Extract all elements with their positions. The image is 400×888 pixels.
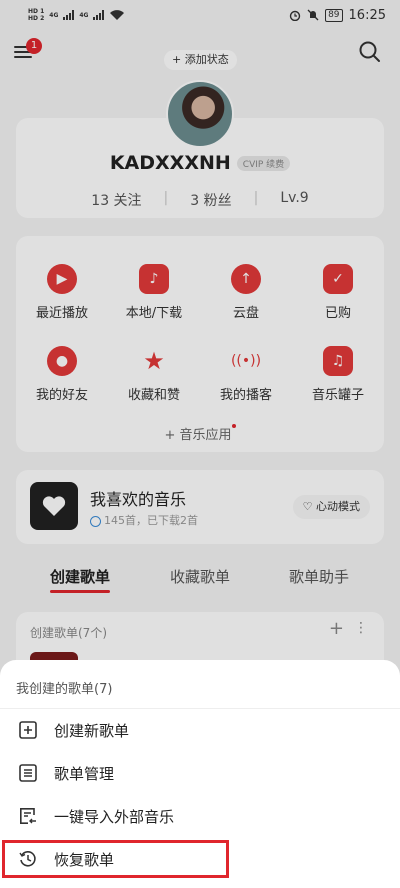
plus-square-icon	[19, 721, 37, 739]
divider	[0, 708, 400, 709]
import-music-option[interactable]: 一键导入外部音乐	[0, 796, 400, 836]
list-icon	[19, 764, 37, 782]
sheet-title: 我创建的歌单(7)	[16, 682, 113, 697]
manage-playlists-option[interactable]: 歌单管理	[0, 753, 400, 793]
create-playlist-option[interactable]: 创建新歌单	[0, 710, 400, 750]
import-icon	[20, 808, 36, 824]
highlight-box	[2, 840, 229, 878]
